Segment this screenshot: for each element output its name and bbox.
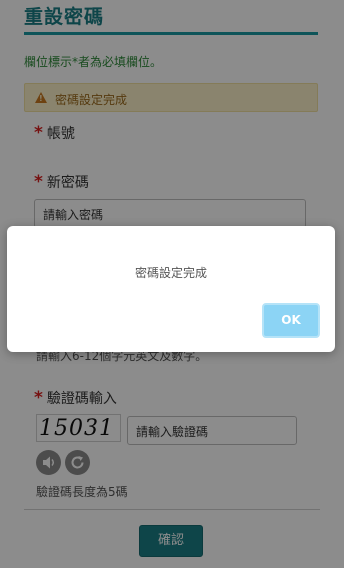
dialog-message: 密碼設定完成 <box>134 266 207 280</box>
ok-button[interactable]: OK <box>262 303 320 338</box>
alert-dialog: 密碼設定完成 OK <box>7 226 335 352</box>
